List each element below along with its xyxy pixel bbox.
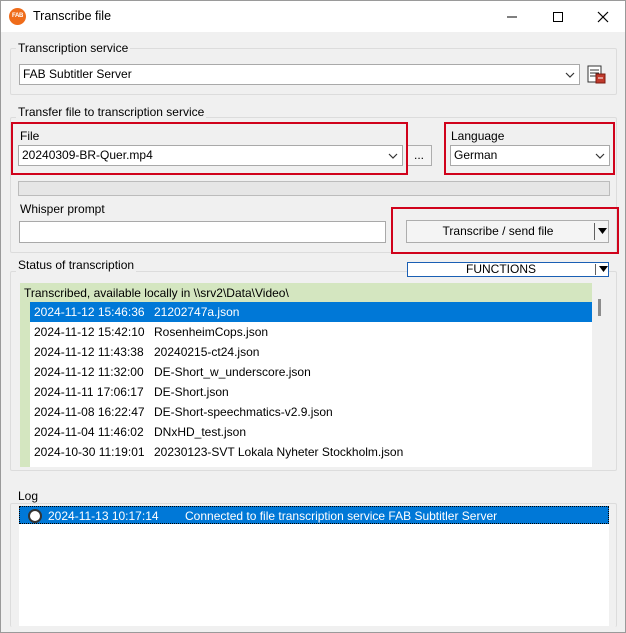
file-name: 20230123-SVT Lokala Nyheter Stockholm.js… [154, 445, 404, 459]
file-date: 2024-11-04 11:46:02 [34, 425, 144, 439]
service-settings-button[interactable] [585, 64, 607, 85]
log-entry-time: 2024-11-13 10:17:14 [48, 509, 159, 523]
transcribed-files-header: Transcribed, available locally in \\srv2… [24, 286, 289, 300]
file-date: 2024-11-08 16:22:47 [34, 405, 145, 419]
file-name: 20240215-ct24.json [154, 345, 260, 359]
file-name: DNxHD_test.json [154, 425, 247, 439]
functions-button[interactable]: FUNCTIONS [407, 262, 609, 277]
file-list-row[interactable]: 2024-11-12 11:43:38 20240215-ct24.json [30, 342, 592, 362]
file-date: 2024-11-11 17:06:17 [34, 385, 144, 399]
file-list-row[interactable]: 2024-11-11 17:06:17 DE-Short.json [30, 382, 592, 402]
file-date: 2024-11-12 15:46:36 [34, 305, 145, 319]
service-select-value: FAB Subtitler Server [23, 67, 132, 81]
annotation-send-highlight [391, 207, 619, 254]
file-name: DE-Short.json [154, 385, 229, 399]
title-bar: FAB Transcribe file [1, 1, 625, 32]
maximize-icon [553, 11, 563, 22]
annotation-language-highlight [444, 122, 615, 175]
file-list-row[interactable]: 2024-11-08 16:22:47 DE-Short-speechmatics… [30, 402, 592, 422]
file-date: 2024-11-12 15:42:10 [34, 325, 145, 339]
service-group-label: Transcription service [16, 41, 131, 55]
file-list-row[interactable]: 2024-11-12 15:42:10 RosenheimCops.json [30, 322, 592, 342]
file-name: 21202747a.json [154, 305, 240, 319]
status-dot-icon [28, 509, 42, 523]
file-list-row[interactable]: 2024-10-30 11:19:01 20230123-SVT Lokala N… [30, 442, 592, 462]
file-list-row[interactable]: 2024-11-04 11:46:02 DNxHD_test.json [30, 422, 592, 442]
file-date: 2024-11-12 11:43:38 [34, 345, 144, 359]
file-name: DE-Short_w_underscore.json [154, 365, 311, 379]
app-icon: FAB [9, 8, 26, 25]
annotation-file-highlight [11, 122, 408, 175]
log-group-label: Log [16, 489, 41, 503]
transfer-group-label: Transfer file to transcription service [16, 105, 207, 119]
whisper-prompt-label: Whisper prompt [20, 202, 105, 216]
transcribed-files-list[interactable]: 2024-11-12 15:46:36 21202747a.json 2024-11… [30, 302, 592, 467]
functions-label: FUNCTIONS [466, 262, 536, 276]
whisper-prompt-input[interactable] [19, 221, 386, 243]
log-entry-message: Connected to file transcription service … [185, 509, 498, 523]
file-list-row[interactable]: 2024-11-12 15:46:36 21202747a.json [30, 302, 592, 322]
transcribe-file-window: FAB Transcribe file Transcription servic… [0, 0, 626, 633]
chevron-down-icon [565, 72, 575, 78]
close-button[interactable] [580, 1, 626, 32]
service-select[interactable]: FAB Subtitler Server [19, 64, 580, 85]
minimize-button[interactable] [489, 1, 535, 32]
split-separator [595, 264, 596, 275]
file-date: 2024-10-30 11:19:01 [34, 445, 145, 459]
transcribed-files-panel: Transcribed, available locally in \\srv2… [20, 283, 592, 467]
window-title: Transcribe file [33, 9, 112, 23]
file-list-row[interactable]: 2024-11-12 11:32:00 DE-Short_w_underscore… [30, 362, 592, 382]
minimize-icon [507, 16, 517, 17]
log-entry[interactable]: 2024-11-13 10:17:14 Connected to file tr… [19, 506, 609, 524]
file-date: 2024-11-12 11:32:00 [34, 365, 144, 379]
status-group-label: Status of transcription [16, 258, 137, 272]
list-scrollbar-thumb[interactable] [598, 299, 601, 316]
log-list[interactable]: 2024-11-13 10:17:14 Connected to file tr… [19, 506, 609, 626]
browse-button[interactable]: ... [406, 145, 432, 166]
server-document-icon [587, 65, 606, 84]
file-name: DE-Short-speechmatics-v2.9.json [154, 405, 333, 419]
close-icon [597, 11, 609, 22]
dropdown-arrow-icon[interactable] [599, 266, 608, 273]
file-name: RosenheimCops.json [154, 325, 269, 339]
upload-progress-bar [18, 181, 610, 196]
maximize-button[interactable] [535, 1, 581, 32]
